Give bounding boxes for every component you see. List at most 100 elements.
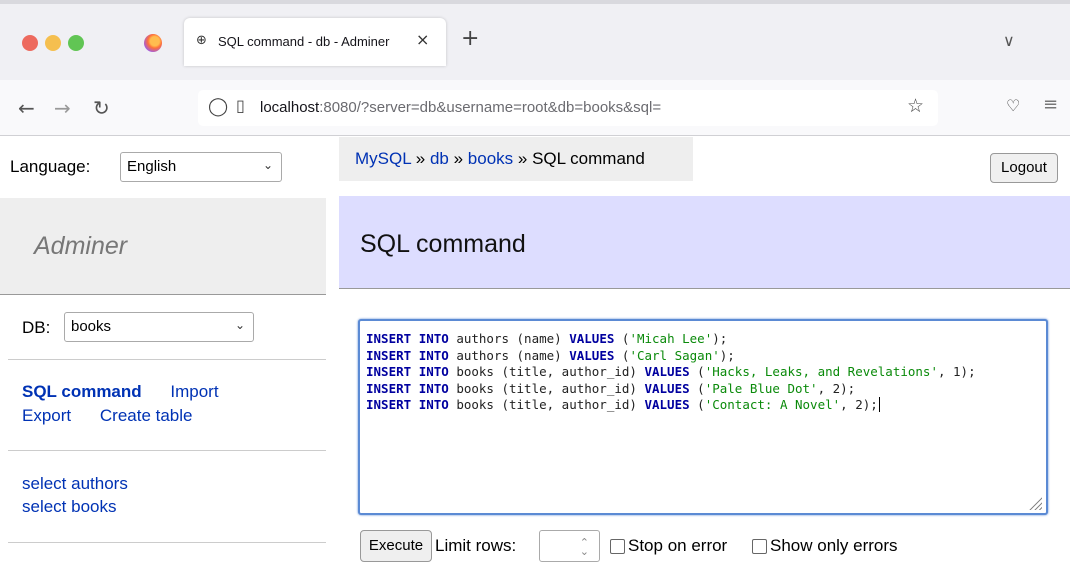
bookmark-star-icon[interactable]: ☆ <box>907 95 924 117</box>
sql-line: INSERT INTO books (title, author_id) VAL… <box>366 381 976 398</box>
resize-handle-icon[interactable] <box>1028 496 1042 510</box>
divider <box>8 450 326 451</box>
sql-keyword: VALUES <box>644 380 690 396</box>
firefox-view-icon[interactable] <box>144 34 162 52</box>
sql-text: ( <box>689 380 705 396</box>
chevron-down-icon: ⌄ <box>262 158 273 172</box>
db-select[interactable]: books ⌄ <box>64 312 254 342</box>
show-only-errors-label[interactable]: Show only errors <box>770 536 898 556</box>
select-authors-link[interactable]: select authors <box>22 472 128 495</box>
select-books-link[interactable]: select books <box>22 495 128 518</box>
url-path: :8080/?server=db&username=root&db=books&… <box>319 99 662 116</box>
breadcrumb-current: SQL command <box>532 149 645 168</box>
stop-on-error-checkbox[interactable] <box>610 539 625 554</box>
stepper-icon[interactable]: ⌃ ⌄ <box>580 537 589 557</box>
table-list: select authors select books <box>22 472 128 518</box>
page-title: SQL command <box>360 230 526 258</box>
sql-keyword: VALUES <box>569 331 615 346</box>
logout-button[interactable]: Logout <box>990 153 1058 183</box>
sql-keyword: VALUES <box>569 347 615 363</box>
language-label: Language: <box>10 157 91 176</box>
hamburger-menu-icon[interactable]: ≡ <box>1043 94 1058 115</box>
text-caret: ​ <box>878 397 880 412</box>
sql-keyword: INSERT <box>366 347 412 363</box>
stop-on-error-label[interactable]: Stop on error <box>628 536 727 556</box>
brand-header: Adminer <box>0 198 326 295</box>
forward-arrow-icon[interactable]: → <box>54 96 71 120</box>
sql-text: ); <box>712 331 728 346</box>
tab-title: SQL command - db - Adminer <box>218 34 390 49</box>
breadcrumb-separator: » <box>513 149 533 168</box>
db-value: books <box>71 318 112 335</box>
window-close-button[interactable] <box>22 35 38 51</box>
sql-text: books (title, author_id) <box>448 397 645 412</box>
sql-keyword: INSERT <box>366 380 412 396</box>
sql-text: ( <box>689 397 705 412</box>
window-minimize-button[interactable] <box>45 35 61 51</box>
breadcrumb-separator: » <box>411 149 430 168</box>
new-tab-icon[interactable]: + <box>461 26 479 51</box>
browser-tab[interactable]: ⊕ SQL command - db - Adminer × <box>184 18 446 66</box>
adminer-favicon-icon: ⊕ <box>196 33 207 48</box>
language-select[interactable]: English ⌄ <box>120 152 282 182</box>
sql-code[interactable]: INSERT INTO authors (name) VALUES ('Mica… <box>366 331 976 414</box>
sql-keyword: INTO <box>418 331 449 346</box>
db-label: DB: <box>22 318 51 337</box>
reload-icon[interactable]: ↻ <box>93 96 110 120</box>
sql-editor[interactable]: INSERT INTO authors (name) VALUES ('Mica… <box>358 319 1048 515</box>
import-link[interactable]: Import <box>170 382 218 401</box>
breadcrumb-db[interactable]: db <box>430 149 449 168</box>
show-only-errors-checkbox[interactable] <box>752 539 767 554</box>
sql-keyword: INSERT <box>366 364 412 379</box>
sql-command-link[interactable]: SQL command <box>22 382 142 401</box>
menu-row-2: Export Create table <box>22 404 219 428</box>
sql-keyword: INTO <box>418 380 449 396</box>
adminer-logo[interactable]: Adminer <box>34 232 127 261</box>
adminer-page: Language: English ⌄ Adminer DB: books ⌄ … <box>0 137 1070 575</box>
sql-text: , 2); <box>840 397 878 412</box>
list-all-tabs-icon[interactable]: ∨ <box>1003 31 1015 50</box>
sql-string: 'Contact: A Novel' <box>704 397 841 412</box>
limit-rows-input[interactable]: ⌃ ⌄ <box>539 530 600 562</box>
back-arrow-icon[interactable]: ← <box>18 96 35 120</box>
url-text[interactable]: localhost:8080/?server=db&username=root&… <box>260 99 661 116</box>
browser-nav-bar: ← → ↻ ◯ ▯ localhost:8080/?server=db&user… <box>0 80 1070 136</box>
export-link[interactable]: Export <box>22 406 71 425</box>
page-info-icon[interactable]: ▯ <box>236 96 245 115</box>
tracking-protection-shield-icon[interactable]: ◯ <box>208 96 228 117</box>
limit-rows-label: Limit rows: <box>435 536 517 555</box>
browser-tab-bar: ⊕ SQL command - db - Adminer × + ∨ <box>0 0 1070 80</box>
sql-keyword: INTO <box>418 347 449 363</box>
breadcrumb-books[interactable]: books <box>468 149 513 168</box>
language-value: English <box>127 158 177 175</box>
breadcrumb-mysql[interactable]: MySQL <box>355 149 411 168</box>
sql-keyword: INSERT <box>366 331 412 346</box>
sql-line: INSERT INTO authors (name) VALUES ('Carl… <box>366 348 976 365</box>
create-table-link[interactable]: Create table <box>100 406 193 425</box>
window-zoom-button[interactable] <box>68 35 84 51</box>
sql-text: ); <box>719 347 735 363</box>
pocket-icon[interactable]: ♡ <box>1006 96 1020 115</box>
sql-string: 'Carl Sagan' <box>629 347 720 363</box>
chevron-down-icon: ⌄ <box>234 318 245 332</box>
sql-text: authors (name) <box>448 347 570 363</box>
sql-keyword: VALUES <box>644 364 690 379</box>
divider <box>8 542 326 543</box>
address-bar[interactable]: ◯ ▯ localhost:8080/?server=db&username=r… <box>198 90 938 126</box>
tab-close-icon[interactable]: × <box>416 30 429 49</box>
sql-line: INSERT INTO books (title, author_id) VAL… <box>366 397 976 414</box>
sql-string: 'Hacks, Leaks, and Revelations' <box>704 364 938 379</box>
content-header: SQL command <box>339 196 1070 289</box>
execute-button[interactable]: Execute <box>360 530 432 562</box>
breadcrumb: MySQL » db » books » SQL command <box>339 137 693 181</box>
sql-text: , 2); <box>817 380 856 396</box>
sidebar: Language: English ⌄ Adminer DB: books ⌄ … <box>0 137 326 575</box>
sql-keyword: INTO <box>418 397 449 412</box>
sql-keyword: VALUES <box>644 397 690 412</box>
divider <box>8 359 326 360</box>
sql-text: authors (name) <box>448 331 570 346</box>
